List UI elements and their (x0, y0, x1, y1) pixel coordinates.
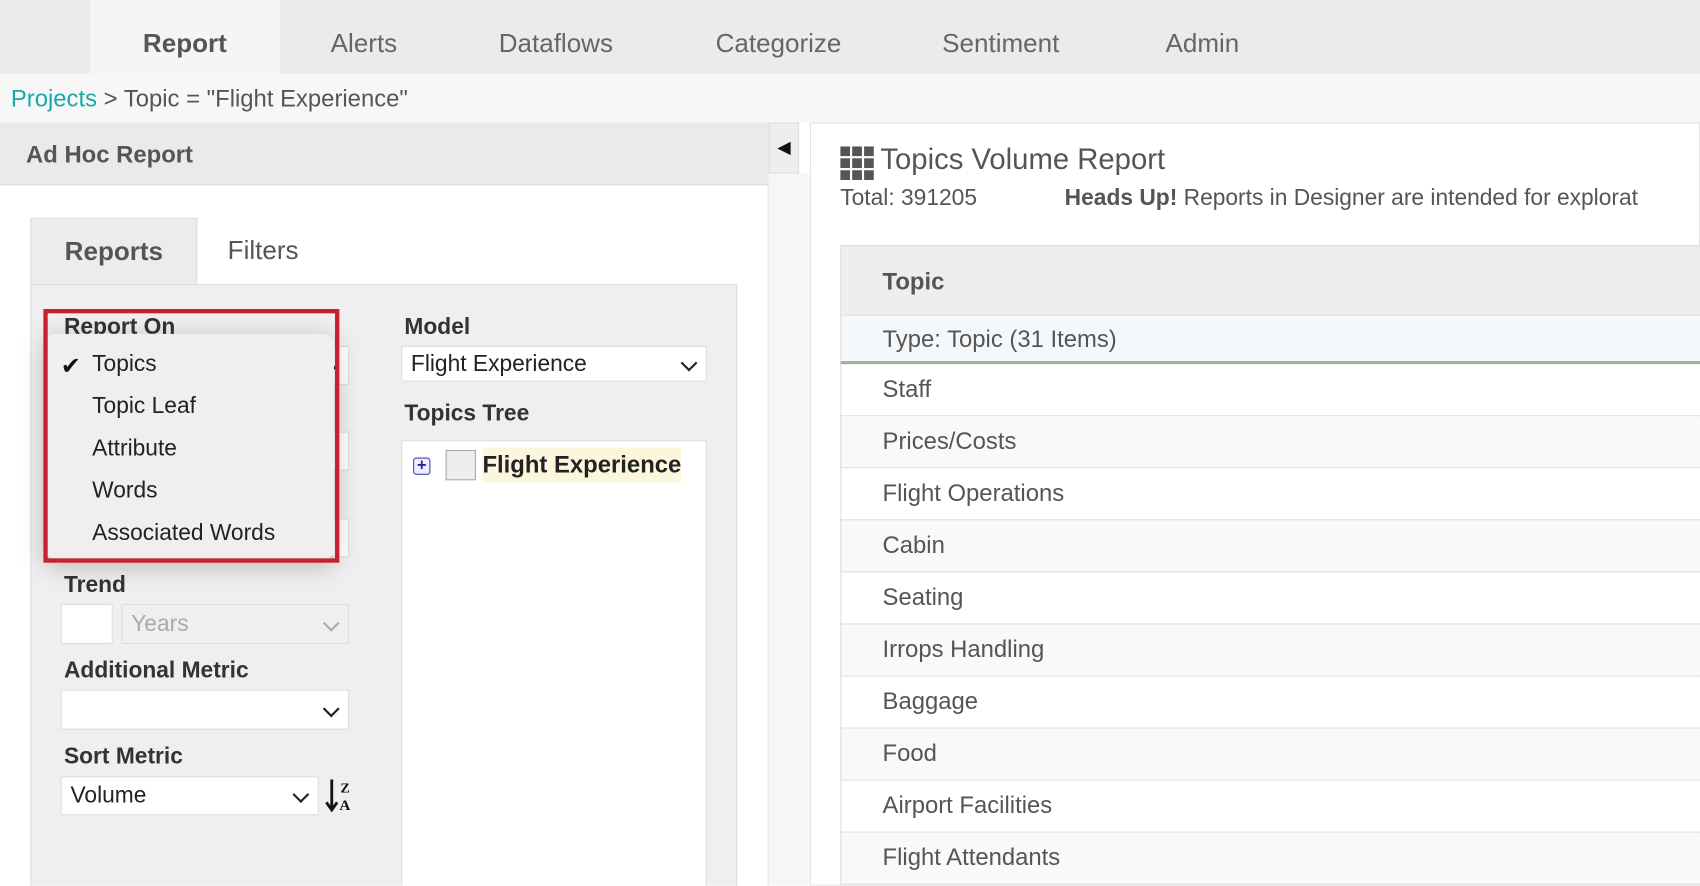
nav-tab-admin[interactable]: Admin (1166, 0, 1240, 74)
tab-filters[interactable]: Filters (228, 218, 299, 284)
nav-tab-report[interactable]: Report (90, 0, 280, 74)
additional-metric-label: Additional Metric (64, 658, 249, 684)
sort-metric-select[interactable]: Volume (61, 776, 319, 815)
report-table: Topic Type: Topic (31 Items) StaffPrices… (840, 245, 1700, 885)
topics-tree: + Flight Experience (401, 440, 707, 886)
tab-reports[interactable]: Reports (30, 218, 197, 284)
breadcrumb-current: > Topic = "Flight Experience" (104, 85, 408, 112)
sort-metric-label: Sort Metric (64, 744, 183, 770)
table-row[interactable]: Prices/Costs (840, 416, 1700, 468)
chevron-down-icon (681, 354, 698, 371)
table-row[interactable]: Food (840, 729, 1700, 781)
trend-interval-value: Years (131, 611, 188, 636)
model-select[interactable]: Flight Experience (401, 346, 707, 382)
expand-plus-icon[interactable]: + (413, 458, 430, 475)
splitter (769, 173, 810, 885)
table-row[interactable]: Airport Facilities (840, 781, 1700, 833)
table-row[interactable]: Baggage (840, 677, 1700, 729)
heads-up-notice: Heads Up! Reports in Designer are intend… (1065, 185, 1638, 211)
svg-text:Z: Z (340, 781, 349, 797)
table-row[interactable]: Cabin (840, 520, 1700, 572)
model-value: Flight Experience (411, 351, 587, 376)
heads-up-text: Reports in Designer are intended for exp… (1184, 185, 1638, 210)
chevron-down-icon (323, 700, 340, 717)
table-row[interactable]: Flight Attendants (840, 833, 1700, 885)
breadcrumb-projects-link[interactable]: Projects (11, 85, 97, 112)
chevron-down-icon (323, 614, 340, 631)
chevron-down-icon (292, 786, 309, 803)
column-header-topic[interactable]: Topic (840, 245, 1700, 315)
breadcrumb: Projects > Topic = "Flight Experience" (0, 74, 1700, 123)
nav-tab-dataflows[interactable]: Dataflows (499, 0, 613, 74)
topics-tree-label: Topics Tree (404, 401, 529, 427)
panel-title: Ad Hoc Report (0, 123, 769, 186)
trend-label: Trend (64, 572, 126, 598)
topic-node-icon (446, 450, 476, 480)
sort-metric-value: Volume (70, 783, 146, 808)
sort-descending-icon[interactable]: ZA (325, 776, 355, 813)
model-label: Model (404, 314, 470, 340)
nav-tab-alerts[interactable]: Alerts (331, 0, 398, 74)
table-row[interactable]: Irrops Handling (840, 624, 1700, 676)
trend-checkbox[interactable] (61, 604, 113, 644)
svg-text:A: A (339, 797, 350, 813)
table-row[interactable]: Seating (840, 572, 1700, 624)
grid-icon (840, 146, 874, 180)
nav-tab-sentiment[interactable]: Sentiment (942, 0, 1059, 74)
tree-node-flight-experience[interactable]: Flight Experience (482, 448, 681, 483)
report-total: Total: 391205 (840, 185, 977, 211)
additional-metric-select[interactable] (61, 690, 349, 730)
table-row[interactable]: Staff (840, 364, 1700, 416)
report-title: Topics Volume Report (880, 143, 1165, 177)
table-row[interactable]: Flight Operations (840, 468, 1700, 520)
collapse-panel-button[interactable]: ◀ (769, 123, 799, 174)
highlight-box (43, 309, 339, 563)
top-nav: Report Alerts Dataflows Categorize Senti… (0, 0, 1700, 74)
caret-left-icon: ◀ (777, 139, 790, 157)
heads-up-label: Heads Up! (1065, 185, 1178, 210)
group-row[interactable]: Type: Topic (31 Items) (840, 316, 1700, 365)
nav-tab-categorize[interactable]: Categorize (716, 0, 842, 74)
trend-interval-select[interactable]: Years (121, 604, 349, 644)
